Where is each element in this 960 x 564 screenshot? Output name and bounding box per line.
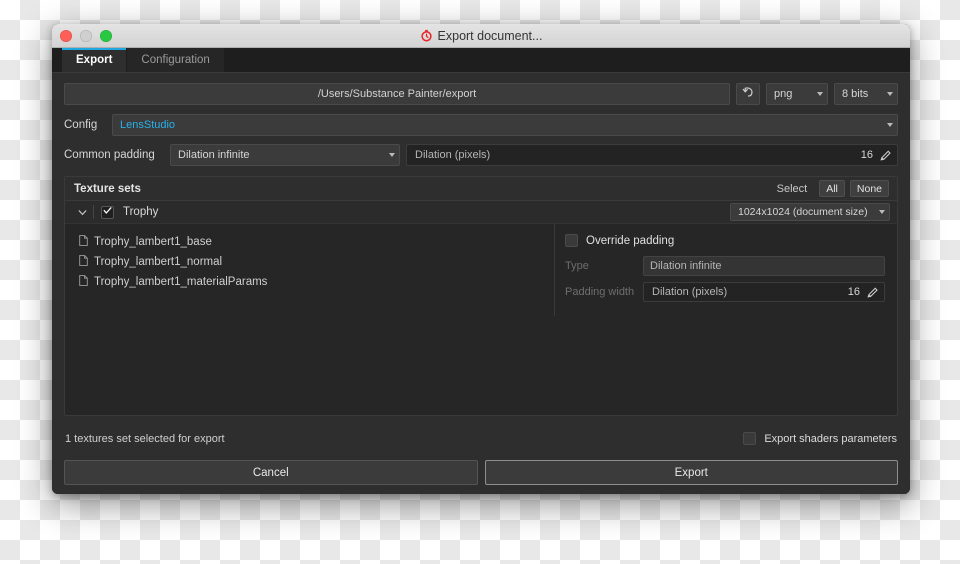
- texture-sets-panel: Texture sets Select All None Trophy 1024…: [64, 176, 898, 416]
- config-label: Config: [64, 119, 98, 131]
- override-width-label: Padding width: [565, 286, 635, 298]
- dialog-buttons: Cancel Export: [64, 460, 898, 485]
- select-all-button[interactable]: All: [819, 180, 845, 197]
- minimize-button[interactable]: [80, 29, 92, 42]
- export-path-value: /Users/Substance Painter/export: [317, 88, 477, 100]
- texture-sets-header: Texture sets Select All None: [65, 177, 897, 201]
- tab-configuration-label: Configuration: [141, 54, 210, 66]
- override-type-row: Type Dilation infinite: [565, 256, 885, 276]
- common-padding-dilation-value: 16: [860, 149, 873, 161]
- substance-painter-icon: [420, 29, 433, 42]
- export-document-window: Export document... Export Configuration …: [52, 24, 910, 494]
- document-icon: [79, 255, 88, 269]
- common-padding-dilation-label: Dilation (pixels): [415, 149, 491, 161]
- export-button[interactable]: Export: [484, 460, 898, 485]
- common-padding-type-value: Dilation infinite: [178, 149, 250, 161]
- override-width-value: 16: [847, 286, 860, 298]
- texture-set-checkbox[interactable]: [101, 203, 114, 221]
- override-type-field[interactable]: Dilation infinite: [643, 256, 885, 276]
- chevron-down-icon: [887, 92, 893, 96]
- config-dropdown[interactable]: LensStudio: [112, 114, 898, 136]
- export-shaders-label: Export shaders parameters: [764, 432, 897, 445]
- select-label: Select: [776, 182, 808, 195]
- select-none-button[interactable]: None: [849, 180, 889, 197]
- tabbar: Export Configuration: [52, 48, 910, 73]
- bit-depth-dropdown[interactable]: 8 bits: [834, 83, 898, 105]
- tabbar-filler: [224, 48, 910, 72]
- window-titlebar: Export document...: [52, 24, 910, 48]
- reset-path-button[interactable]: [736, 83, 760, 105]
- list-item[interactable]: Trophy_lambert1_materialParams: [65, 272, 554, 292]
- zoom-button[interactable]: [100, 29, 112, 42]
- file-name: Trophy_lambert1_base: [94, 236, 212, 248]
- tab-export[interactable]: Export: [62, 48, 128, 72]
- chevron-down-icon: [879, 210, 885, 214]
- common-padding-type-dropdown[interactable]: Dilation infinite: [170, 144, 400, 166]
- common-padding-dilation-field[interactable]: Dilation (pixels) 16: [406, 144, 898, 166]
- override-padding-section: Override padding Type Dilation infinite …: [555, 224, 897, 415]
- config-value: LensStudio: [120, 119, 176, 131]
- common-padding-row: Common padding Dilation infinite Dilatio…: [64, 144, 898, 166]
- chevron-down-icon: [817, 92, 823, 96]
- chevron-down-icon: [887, 123, 893, 127]
- window-body: Export Configuration /Users/Substance Pa…: [52, 48, 910, 494]
- close-button[interactable]: [60, 29, 72, 42]
- export-content: /Users/Substance Painter/export png 8 bi…: [52, 73, 910, 485]
- override-padding-checkbox[interactable]: [565, 234, 578, 247]
- window-title-text: Export document...: [437, 28, 543, 43]
- config-row: Config LensStudio: [64, 114, 898, 136]
- texture-sets-body: Trophy_lambert1_base Trophy_lambert1_nor…: [65, 224, 897, 415]
- checkmark-icon: [102, 203, 113, 221]
- cancel-button[interactable]: Cancel: [64, 460, 478, 485]
- document-icon: [79, 235, 88, 249]
- chevron-down-icon: [389, 153, 395, 157]
- export-shaders-checkbox[interactable]: [743, 432, 757, 445]
- undo-arrow-icon: [742, 85, 755, 103]
- export-path-field[interactable]: /Users/Substance Painter/export: [64, 83, 730, 105]
- status-text: 1 textures set selected for export: [65, 432, 225, 445]
- window-traffic-lights: [52, 29, 112, 42]
- texture-file-list: Trophy_lambert1_base Trophy_lambert1_nor…: [65, 224, 555, 316]
- texture-set-name: Trophy: [123, 206, 159, 218]
- cancel-button-label: Cancel: [252, 466, 289, 479]
- override-width-row: Padding width Dilation (pixels) 16: [565, 282, 885, 302]
- list-item[interactable]: Trophy_lambert1_base: [65, 232, 554, 252]
- override-padding-label: Override padding: [586, 234, 675, 247]
- override-type-value: Dilation infinite: [650, 260, 722, 272]
- texture-set-row[interactable]: Trophy 1024x1024 (document size): [65, 201, 897, 224]
- texture-set-size-dropdown[interactable]: 1024x1024 (document size): [730, 203, 890, 221]
- select-all-label: All: [826, 182, 838, 195]
- pencil-icon[interactable]: [879, 149, 892, 162]
- select-none-label: None: [856, 182, 882, 195]
- window-title-group: Export document...: [52, 29, 910, 43]
- texture-sets-title: Texture sets: [74, 182, 141, 195]
- status-row: 1 textures set selected for export Expor…: [64, 432, 898, 445]
- override-type-label: Type: [565, 260, 589, 272]
- chevron-down-icon[interactable]: [73, 207, 91, 218]
- document-icon: [79, 275, 88, 289]
- row-divider: [93, 205, 94, 219]
- override-width-field[interactable]: Dilation (pixels) 16: [643, 282, 885, 302]
- file-format-value: png: [774, 88, 793, 100]
- file-name: Trophy_lambert1_materialParams: [94, 276, 268, 288]
- export-button-label: Export: [674, 466, 708, 479]
- export-path-row: /Users/Substance Painter/export png 8 bi…: [64, 83, 898, 105]
- override-padding-row[interactable]: Override padding: [565, 234, 885, 247]
- pencil-icon[interactable]: [866, 286, 879, 299]
- texture-set-size-value: 1024x1024 (document size): [738, 206, 868, 218]
- tab-export-label: Export: [76, 54, 113, 66]
- file-name: Trophy_lambert1_normal: [94, 256, 223, 268]
- common-padding-label: Common padding: [64, 149, 155, 161]
- list-item[interactable]: Trophy_lambert1_normal: [65, 252, 554, 272]
- bit-depth-value: 8 bits: [842, 88, 869, 100]
- tab-configuration[interactable]: Configuration: [127, 48, 225, 72]
- override-width-field-label: Dilation (pixels): [652, 286, 728, 298]
- file-format-dropdown[interactable]: png: [766, 83, 828, 105]
